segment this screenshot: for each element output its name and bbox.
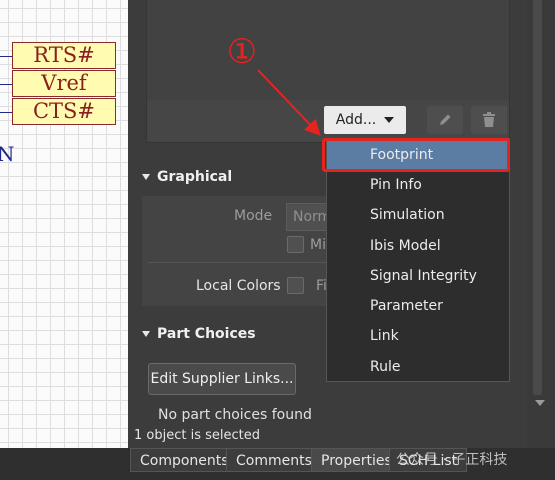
selection-status: 1 object is selected [134,428,260,443]
annotation-highlight-box [322,138,510,172]
pin-wire [0,56,12,57]
local-colors-label: Local Colors [196,278,281,294]
menu-item-signal-integrity[interactable]: Signal Integrity [327,261,509,291]
graphical-heading: Graphical [157,169,233,185]
menu-item-parameter[interactable]: Parameter [327,291,509,321]
part-choices-section-header[interactable]: Part Choices [142,326,256,342]
add-button-label: Add... [335,112,377,128]
scrollbar-track[interactable] [533,0,542,395]
scroll-down-arrow-icon[interactable] [535,400,545,406]
pin-label-rts[interactable]: RTS# [12,42,116,69]
menu-item-link[interactable]: Link [327,321,509,351]
tab-comments[interactable]: Comments [226,448,322,472]
pencil-icon [440,114,451,125]
trash-icon [483,112,495,127]
tab-components[interactable]: Components [130,448,239,472]
watermark: 公众号 · 子正科技 [396,452,508,468]
mirrored-label: Mi [310,237,326,253]
edit-supplier-links-button[interactable]: Edit Supplier Links... [148,363,296,395]
delete-button[interactable] [471,106,507,134]
pin-label-cts[interactable]: CTS# [12,98,116,125]
parameters-list [146,0,510,101]
add-dropdown-menu: Footprint Pin Info Simulation Ibis Model… [326,138,510,382]
local-colors-checkbox[interactable] [287,277,304,294]
mirrored-checkbox[interactable] [287,236,304,253]
scrollbar[interactable] [527,0,555,448]
annotation-step-marker: ① [226,32,258,72]
add-button[interactable]: Add... [324,106,406,134]
caret-down-icon [384,117,395,123]
schematic-canvas[interactable]: RTS# Vref CTS# N [0,0,128,450]
pin-label-vref[interactable]: Vref [12,70,116,97]
graphical-section-header[interactable]: Graphical [142,169,232,185]
edit-button[interactable] [427,106,463,134]
menu-item-rule[interactable]: Rule [327,352,509,382]
mode-label: Mode [234,208,273,224]
pin-wire [0,112,12,113]
collapse-triangle-icon [142,331,150,337]
menu-item-simulation[interactable]: Simulation [327,200,509,230]
no-part-choices-text: No part choices found [158,407,312,423]
pin-wire [0,84,12,85]
net-label-partial: N [0,142,15,166]
menu-item-pin-info[interactable]: Pin Info [327,170,509,200]
part-choices-heading: Part Choices [157,326,256,342]
collapse-triangle-icon [142,174,150,180]
menu-item-ibis-model[interactable]: Ibis Model [327,231,509,261]
